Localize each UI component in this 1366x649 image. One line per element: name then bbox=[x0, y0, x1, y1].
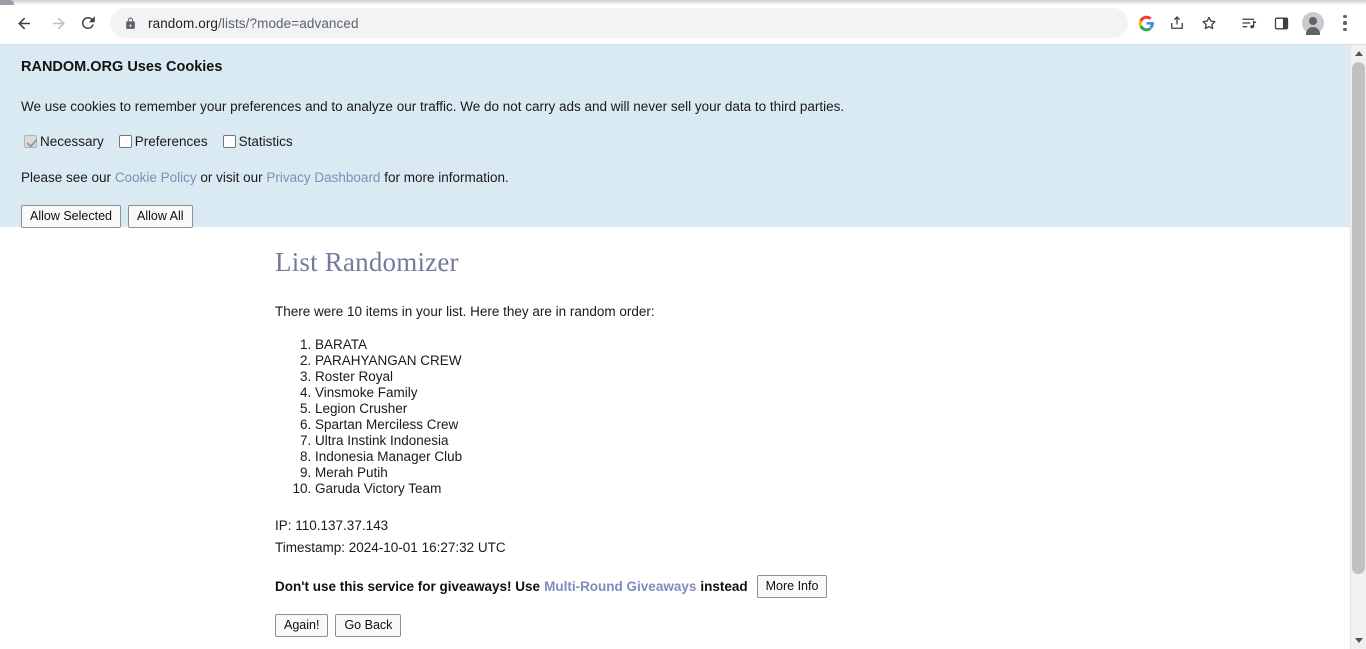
randomized-list: BARATA PARAHYANGAN CREW Roster Royal Vin… bbox=[275, 337, 1350, 497]
list-item: BARATA bbox=[315, 337, 1350, 353]
action-buttons: Again! Go Back bbox=[275, 614, 1350, 637]
profile-avatar-icon[interactable] bbox=[1299, 9, 1327, 37]
cookie-option-preferences[interactable]: Preferences bbox=[116, 134, 208, 149]
list-item: Merah Putih bbox=[315, 465, 1350, 481]
url-path: /lists/?mode=advanced bbox=[218, 15, 359, 31]
cookie-banner-title: RANDOM.ORG Uses Cookies bbox=[21, 59, 223, 75]
intro-text: There were 10 items in your list. Here t… bbox=[275, 304, 655, 319]
reading-list-icon[interactable] bbox=[1235, 9, 1263, 37]
cookie-policy-link[interactable]: Cookie Policy bbox=[115, 170, 197, 185]
bookmark-star-icon[interactable] bbox=[1195, 9, 1223, 37]
scroll-down-arrow-icon[interactable] bbox=[1351, 632, 1366, 649]
list-item: Ultra Instink Indonesia bbox=[315, 433, 1350, 449]
scrollbar-thumb[interactable] bbox=[1352, 62, 1365, 574]
active-tab[interactable] bbox=[0, 0, 14, 5]
list-item: Legion Crusher bbox=[315, 401, 1350, 417]
list-item: Roster Royal bbox=[315, 369, 1350, 385]
privacy-dashboard-link[interactable]: Privacy Dashboard bbox=[266, 170, 380, 185]
list-item: Indonesia Manager Club bbox=[315, 449, 1350, 465]
tab-strip[interactable] bbox=[0, 0, 1366, 5]
page-scrollbar[interactable] bbox=[1350, 45, 1366, 649]
giveaway-prefix-text: Don't use this service for giveaways! Us… bbox=[275, 579, 541, 594]
list-item: Garuda Victory Team bbox=[315, 481, 1350, 497]
timestamp-line: Timestamp: 2024-10-01 16:27:32 UTC bbox=[275, 540, 506, 555]
share-icon[interactable] bbox=[1163, 9, 1191, 37]
allow-all-button[interactable]: Allow All bbox=[128, 205, 193, 228]
cookie-option-necessary-label: Necessary bbox=[40, 134, 104, 149]
reload-icon bbox=[81, 16, 95, 29]
page-viewport: RANDOM.ORG Uses Cookies We use cookies t… bbox=[0, 45, 1350, 649]
three-dot-menu-icon[interactable] bbox=[1331, 9, 1359, 37]
policy-suffix-text: for more information. bbox=[380, 170, 509, 185]
reload-button[interactable] bbox=[74, 9, 102, 37]
scroll-up-arrow-icon[interactable] bbox=[1351, 45, 1366, 62]
checkbox-statistics[interactable] bbox=[222, 135, 236, 148]
multi-round-giveaways-link[interactable]: Multi-Round Giveaways bbox=[544, 579, 696, 594]
url-bar[interactable]: random.org/lists/?mode=advanced bbox=[110, 8, 1128, 38]
cookie-option-preferences-label: Preferences bbox=[134, 134, 208, 149]
cookie-policy-line: Please see our Cookie Policy or visit ou… bbox=[21, 170, 1350, 185]
list-item: Spartan Merciless Crew bbox=[315, 417, 1350, 433]
cookie-options-group: Necessary Preferences Statistics bbox=[21, 134, 1350, 149]
main-content: List Randomizer There were 10 items in y… bbox=[0, 227, 1350, 649]
checkbox-preferences[interactable] bbox=[118, 135, 132, 148]
side-panel-icon[interactable] bbox=[1267, 9, 1295, 37]
forward-button[interactable] bbox=[44, 9, 72, 37]
cookie-banner-buttons: Allow Selected Allow All bbox=[21, 205, 1350, 228]
cookie-option-necessary[interactable]: Necessary bbox=[21, 134, 104, 149]
cookie-option-statistics-label: Statistics bbox=[238, 134, 293, 149]
list-item: PARAHYANGAN CREW bbox=[315, 353, 1350, 369]
giveaway-suffix-text: instead bbox=[700, 579, 748, 594]
more-info-button[interactable]: More Info bbox=[756, 575, 828, 598]
again-button[interactable]: Again! bbox=[275, 614, 329, 637]
list-item: Vinsmoke Family bbox=[315, 385, 1350, 401]
allow-selected-button[interactable]: Allow Selected bbox=[21, 205, 121, 228]
back-arrow-icon bbox=[17, 17, 30, 29]
cookie-banner-description: We use cookies to remember your preferen… bbox=[21, 99, 845, 114]
google-icon[interactable] bbox=[1132, 9, 1160, 37]
url-host: random.org bbox=[148, 15, 219, 31]
checkbox-necessary bbox=[24, 135, 37, 148]
cookie-option-statistics[interactable]: Statistics bbox=[220, 134, 293, 149]
page-title: List Randomizer bbox=[275, 247, 459, 277]
cookie-consent-banner: RANDOM.ORG Uses Cookies We use cookies t… bbox=[0, 45, 1350, 228]
forward-arrow-icon bbox=[52, 17, 65, 29]
url-text: random.org/lists/?mode=advanced bbox=[148, 16, 359, 31]
policy-prefix-text: Please see our bbox=[21, 170, 115, 185]
back-button[interactable] bbox=[10, 9, 38, 37]
giveaway-notice: Don't use this service for giveaways! Us… bbox=[275, 575, 1350, 598]
ip-address-line: IP: 110.137.37.143 bbox=[275, 518, 389, 533]
lock-icon bbox=[124, 17, 137, 30]
policy-middle-text: or visit our bbox=[196, 170, 267, 185]
browser-chrome: random.org/lists/?mode=advanced bbox=[0, 0, 1366, 45]
go-back-button[interactable]: Go Back bbox=[335, 614, 402, 637]
